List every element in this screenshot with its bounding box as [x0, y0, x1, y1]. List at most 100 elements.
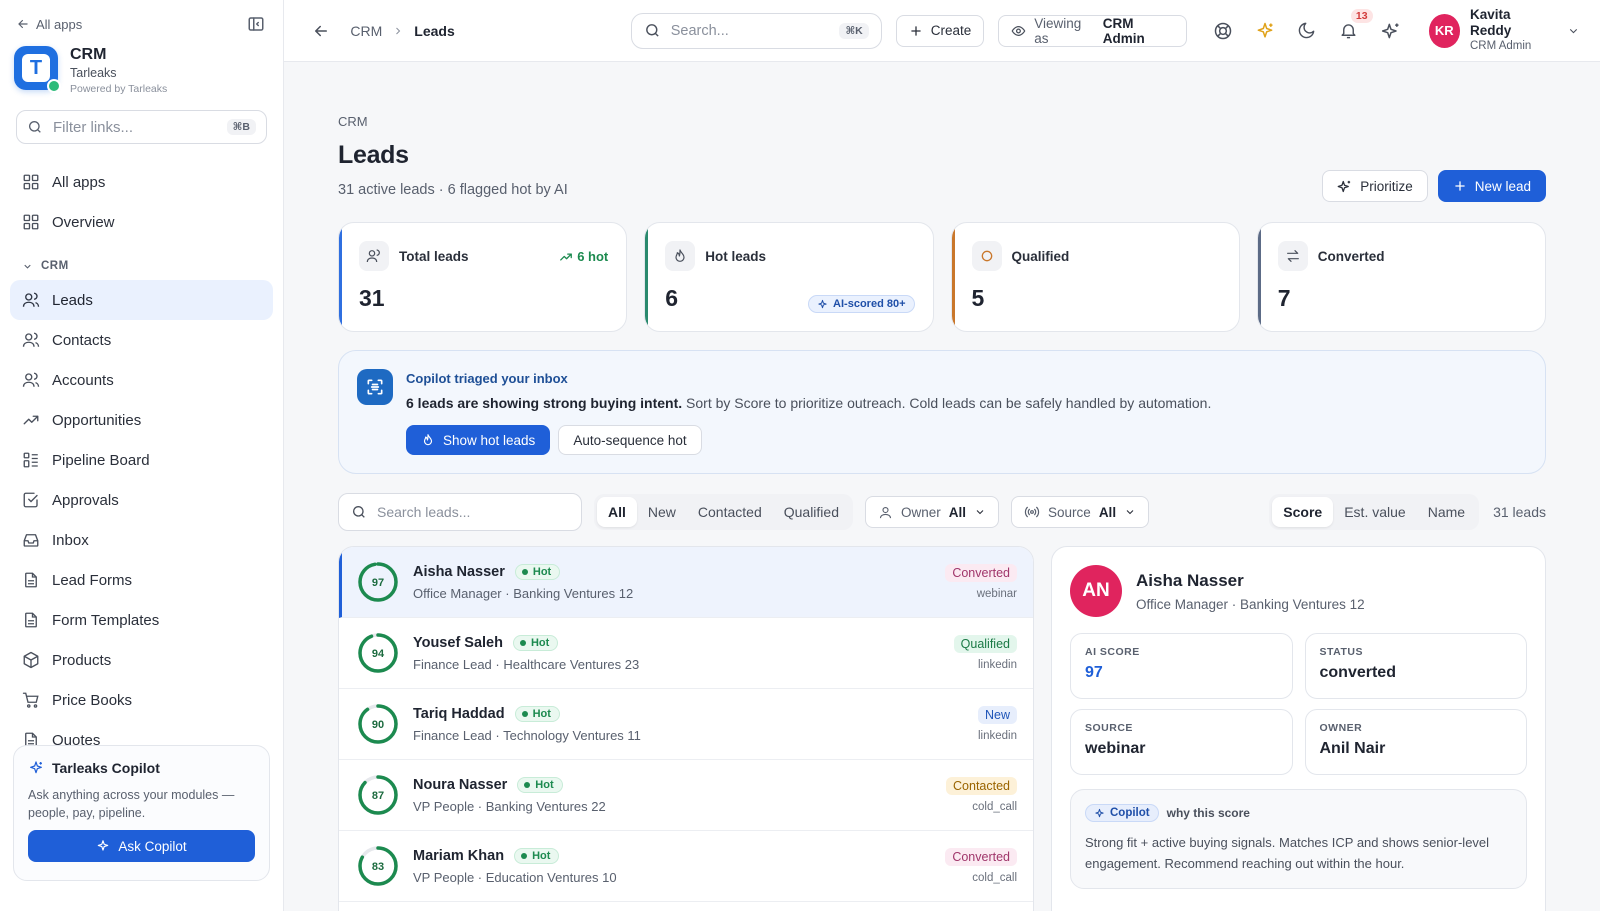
users-icon [22, 372, 40, 387]
field-label: AI SCORE [1085, 646, 1140, 658]
eye-icon [1011, 25, 1026, 36]
source-filter-dropdown[interactable]: Source All [1011, 496, 1150, 528]
stat-label: Qualified [1011, 248, 1070, 264]
collapse-sidebar-button[interactable] [247, 15, 265, 33]
lead-name: Yousef Saleh [413, 634, 503, 651]
help-button[interactable] [1211, 19, 1235, 43]
field-value: 97 [1085, 664, 1103, 681]
create-label: Create [930, 23, 972, 38]
sort-est-value[interactable]: Est. value [1333, 497, 1416, 527]
owner-label: Owner [901, 504, 941, 520]
avatar: AN [1070, 565, 1122, 617]
viewing-as-button[interactable]: Viewing as CRM Admin [998, 14, 1187, 47]
back-to-all-apps-link[interactable]: All apps [16, 17, 82, 32]
back-link-label: All apps [36, 16, 83, 32]
lead-row[interactable]: 83 Mariam Khan Hot VP People · Education … [339, 831, 1033, 902]
lead-row[interactable]: 87 Noura Nasser Hot VP People · Banking V… [339, 760, 1033, 831]
ai-sparkle-button[interactable] [1253, 19, 1277, 43]
user-icon [879, 506, 892, 518]
users-icon [22, 332, 40, 347]
tab-all[interactable]: All [597, 497, 637, 527]
owner-filter-dropdown[interactable]: Owner All [865, 496, 1000, 528]
stat-card-qualified[interactable]: Qualified 5 [950, 222, 1240, 332]
stat-value: 5 [971, 285, 985, 311]
sidebar-section-crm[interactable]: CRM [0, 252, 283, 280]
prioritize-button[interactable]: Prioritize [1322, 170, 1428, 202]
triage-text-rest: Sort by Score to prioritize outreach. Co… [682, 395, 1212, 411]
inbox-icon [23, 534, 39, 547]
score-value: 90 [372, 719, 384, 731]
page-content: CRM Leads 31 active leads · 6 flagged ho… [338, 62, 1546, 911]
sidebar-item-inbox[interactable]: Inbox [10, 520, 273, 560]
tab-new[interactable]: New [637, 497, 687, 527]
auto-sequence-hot-button[interactable]: Auto-sequence hot [558, 425, 702, 455]
source-field: SOURCE webinar [1070, 709, 1293, 775]
sparkles-icon [1381, 23, 1399, 38]
sidebar-item-overview[interactable]: Overview [10, 202, 273, 242]
score-ring: 90 [358, 704, 398, 744]
hot-badge: Hot [514, 563, 561, 580]
stat-card-hot-leads[interactable]: Hot leads 6 AI-scored 80+ [644, 222, 934, 332]
sidebar: All apps T CRM Tarleaks Powered by Tarle… [0, 0, 284, 911]
lead-row[interactable]: 94 Yousef Saleh Hot Finance Lead · Health… [339, 618, 1033, 689]
stat-card-total-leads[interactable]: Total leads 31 6 hot [338, 222, 628, 332]
ask-copilot-button[interactable]: Ask Copilot [28, 830, 255, 862]
filter-links-input[interactable]: Filter links... ⌘B [16, 110, 267, 144]
copilot-button[interactable] [1379, 19, 1403, 43]
sidebar-item-form-templates[interactable]: Form Templates [10, 600, 273, 640]
score-ring: 97 [358, 562, 398, 602]
stat-card-converted[interactable]: Converted 7 [1256, 222, 1546, 332]
lead-name: Tariq Haddad [413, 705, 505, 722]
global-search-input[interactable]: Search... ⌘K [630, 12, 882, 49]
sidebar-item-price-books[interactable]: Price Books [10, 680, 273, 720]
chevron-right-icon [396, 27, 401, 34]
back-button[interactable] [312, 22, 336, 40]
sort-score[interactable]: Score [1272, 497, 1334, 527]
sidebar-item-approvals[interactable]: Approvals [10, 480, 273, 520]
lead-row[interactable]: 90 Tariq Haddad Hot Finance Lead · Techno… [339, 689, 1033, 760]
status-dot [47, 79, 61, 93]
notifications-button[interactable]: 13 [1337, 8, 1373, 43]
sidebar-item-accounts[interactable]: Accounts [10, 360, 273, 400]
show-hot-leads-button[interactable]: Show hot leads [406, 425, 551, 455]
sidebar-item-pipeline-board[interactable]: Pipeline Board [10, 440, 273, 480]
grid-icon [23, 174, 39, 190]
lead-source: cold_call [972, 801, 1017, 813]
search-leads-input[interactable]: Search leads... [338, 493, 582, 531]
lead-row[interactable]: 97 Aisha Nasser Hot Office Manager · Bank… [339, 547, 1033, 618]
sidebar-item-products[interactable]: Products [10, 640, 273, 680]
broadcast-icon [1024, 506, 1040, 518]
status-filter-tabs: All New Contacted Qualified [594, 494, 853, 530]
flame-icon [423, 434, 433, 446]
sidebar-item-all-apps[interactable]: All apps [10, 162, 273, 202]
lead-subtitle: Finance Lead · Healthcare Ventures 23 [413, 656, 640, 672]
filter-bar: Search leads... All New Contacted Qualif… [338, 492, 1546, 532]
sidebar-item-leads[interactable]: Leads [10, 280, 273, 320]
users-icon [359, 241, 389, 271]
new-lead-button[interactable]: New lead [1437, 170, 1546, 202]
sparkle-icon [1095, 808, 1104, 817]
sidebar-item-opportunities[interactable]: Opportunities [10, 400, 273, 440]
lead-source: webinar [976, 588, 1017, 600]
sidebar-item-label: Price Books [52, 691, 133, 709]
sidebar-item-label: All apps [52, 173, 106, 191]
section-label: CRM [41, 260, 69, 272]
user-menu[interactable]: KR Kavita Reddy CRM Admin [1428, 7, 1580, 54]
plus-icon [1454, 181, 1465, 191]
tab-contacted[interactable]: Contacted [687, 497, 773, 527]
users-icon [22, 292, 40, 307]
show-hot-leads-label: Show hot leads [443, 432, 536, 448]
create-button[interactable]: Create [895, 14, 985, 47]
sparkle-icon [1257, 22, 1273, 38]
score-value: 87 [372, 790, 384, 802]
sort-name[interactable]: Name [1417, 497, 1476, 527]
sidebar-item-contacts[interactable]: Contacts [10, 320, 273, 360]
theme-toggle-button[interactable] [1295, 19, 1319, 43]
tab-qualified[interactable]: Qualified [773, 497, 850, 527]
source-value: All [1098, 504, 1117, 520]
sidebar-item-lead-forms[interactable]: Lead Forms [10, 560, 273, 600]
breadcrumb-crm[interactable]: CRM [350, 23, 382, 39]
copilot-triage-banner: Copilot triaged your inbox 6 leads are s… [338, 350, 1546, 474]
owner-value: All [948, 504, 967, 520]
viewing-prefix: Viewing as [1034, 15, 1082, 46]
